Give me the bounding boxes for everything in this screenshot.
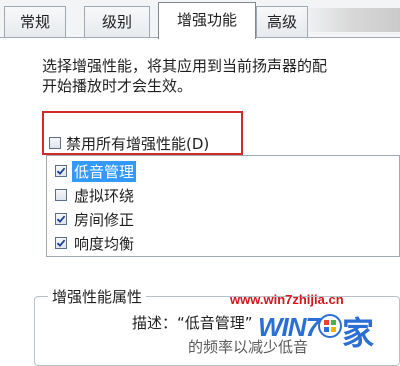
tab-enhancements[interactable]: 增强功能 — [158, 2, 256, 39]
checkbox-checked[interactable] — [55, 165, 67, 177]
check-icon — [56, 239, 66, 247]
list-item-label: 低音管理 — [72, 160, 137, 182]
description-line-2: 开始播放时才会生效。 — [42, 77, 193, 95]
list-item-virtual-surround[interactable]: 虚拟环绕 — [55, 185, 136, 205]
checkbox-unchecked[interactable] — [55, 189, 67, 201]
list-item-bass-management[interactable]: 低音管理 — [55, 160, 137, 182]
tab-general[interactable]: 常规 — [4, 6, 66, 37]
disable-all-label: 禁用所有增强性能(D) — [66, 134, 210, 153]
list-item-loudness-equalization[interactable]: 响度均衡 — [55, 233, 136, 253]
list-item-label: 房间修正 — [74, 210, 135, 229]
check-icon — [56, 167, 66, 175]
list-item-label: 响度均衡 — [74, 234, 135, 253]
tab-levels[interactable]: 级别 — [84, 6, 150, 37]
check-icon — [56, 215, 66, 223]
enhancements-list[interactable]: 低音管理 虚拟环绕 房间修正 响度均衡 — [46, 155, 400, 257]
windows-logo-icon — [318, 314, 342, 338]
watermark-overlay-top — [300, 8, 400, 32]
enhancement-properties-title: 增强性能属性 — [48, 286, 147, 307]
list-item-room-correction[interactable]: 房间修正 — [55, 209, 136, 229]
watermark-logo-text: WIN7 — [258, 312, 320, 342]
checkbox-checked[interactable] — [55, 213, 67, 225]
watermark-url: www.win7zhijia.cn — [230, 292, 344, 307]
enhancement-properties-description: 描述：“低音管理” — [132, 314, 253, 332]
list-item-label: 虚拟环绕 — [74, 186, 135, 205]
enhancement-description: 选择增强性能，将其应用到当前扬声器的配 开始播放时才会生效。 — [42, 56, 400, 96]
watermark-logo-char: 家 — [342, 314, 375, 352]
checkbox-checked[interactable] — [55, 237, 67, 249]
disable-all-enhancements-checkbox[interactable]: 禁用所有增强性能(D) — [49, 133, 209, 153]
checkbox-unchecked[interactable] — [49, 137, 61, 149]
watermark-logo: WIN7 家 — [258, 306, 400, 354]
description-line-1: 选择增强性能，将其应用到当前扬声器的配 — [42, 57, 328, 75]
